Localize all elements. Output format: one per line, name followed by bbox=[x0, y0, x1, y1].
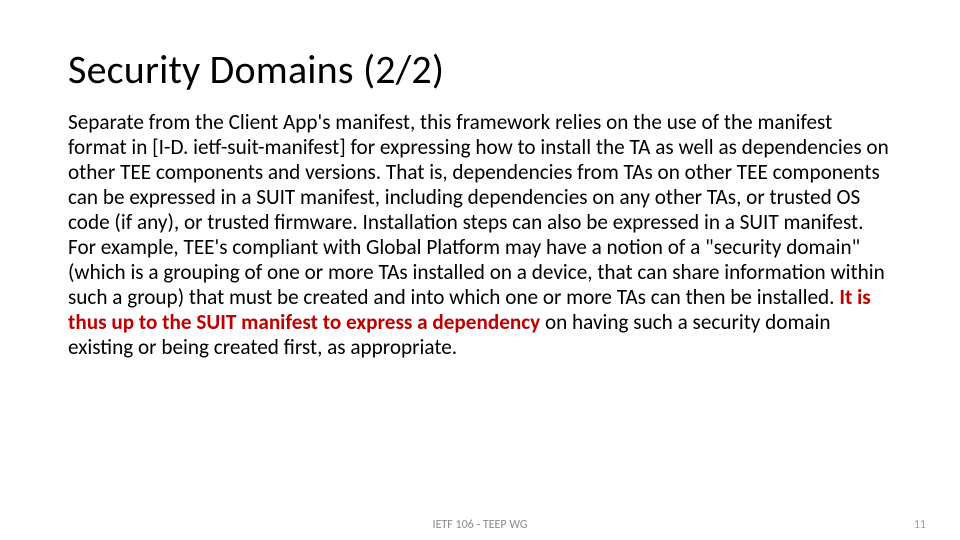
paragraph-2: For example, TEE's compliant with Global… bbox=[68, 235, 892, 360]
slide-body: Separate from the Client App's manifest,… bbox=[68, 110, 892, 360]
paragraph-2-lead: For example, TEE's compliant with Global… bbox=[68, 234, 885, 310]
slide: Security Domains (2/2) Separate from the… bbox=[0, 0, 960, 540]
footer-center-text: IETF 106 - TEEP WG bbox=[0, 518, 960, 532]
paragraph-1: Separate from the Client App's manifest,… bbox=[68, 110, 892, 235]
slide-title: Security Domains (2/2) bbox=[68, 48, 892, 92]
page-number: 11 bbox=[914, 518, 926, 532]
